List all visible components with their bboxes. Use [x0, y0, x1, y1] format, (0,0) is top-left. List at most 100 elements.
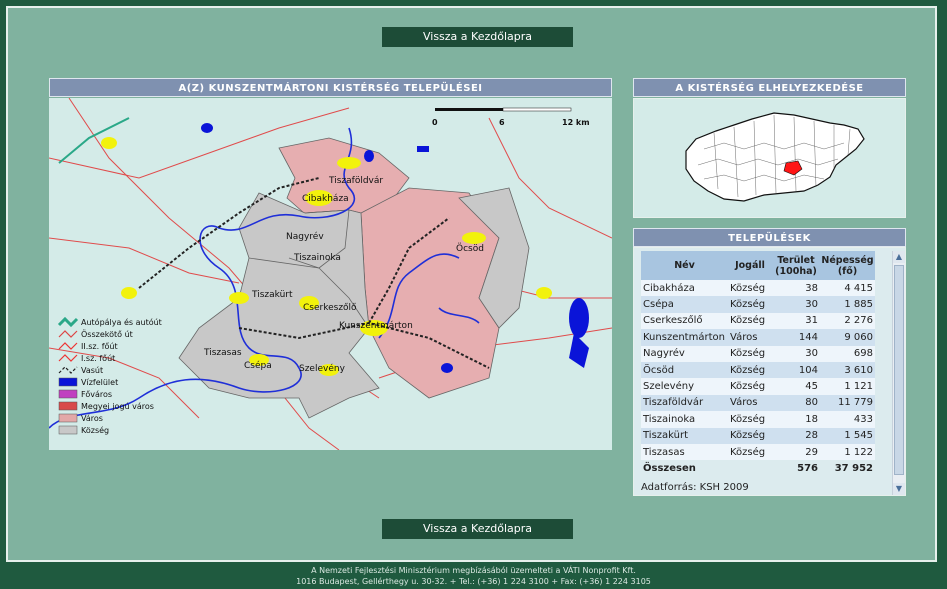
legend-label: Vasút [81, 366, 103, 375]
table-row: Kunszentmárton Város 144 9 060 [641, 329, 875, 346]
highway-icon [57, 316, 79, 328]
cell-name: Öcsöd [641, 361, 728, 379]
cell-status: Község [728, 411, 772, 428]
cell-population: 1 121 [820, 378, 875, 395]
map-label: Tiszainoka [293, 253, 341, 263]
table-row: Cibakháza Község 38 4 415 [641, 280, 875, 297]
cell-status: Város [728, 329, 772, 346]
legend-label: Vízfelület [81, 378, 118, 387]
cell-area: 28 [772, 427, 820, 444]
cell-name: Tiszasas [641, 443, 728, 461]
table-scrollbar[interactable]: ▲ ▼ [892, 251, 905, 495]
connecting-road-icon [58, 330, 78, 338]
cell-population: 433 [820, 411, 875, 428]
map-scale-bar [435, 107, 572, 112]
column-header-area[interactable]: Terület (100ha) [772, 251, 820, 280]
home-button-top[interactable]: Vissza a Kezdőlapra [382, 27, 573, 47]
cell-area: 18 [772, 411, 820, 428]
settlements-panel: Név Jogáll Terület (100ha) Népesség (fő) C… [633, 247, 906, 496]
scale-labels: 0 6 12 km [432, 118, 590, 127]
cell-status: Község [728, 378, 772, 395]
column-header-population[interactable]: Népesség (fő) [820, 251, 875, 280]
legend-label: Főváros [81, 390, 112, 399]
settlements-panel-title: TELEPÜLÉSEK [633, 228, 906, 247]
column-header-status[interactable]: Jogáll [728, 251, 772, 280]
settlements-table: Név Jogáll Terület (100ha) Népesség (fő) C… [641, 251, 875, 477]
map-legend: Autópálya és autóút Összekötő út II.sz. fő… [57, 316, 162, 435]
legend-label: II.sz. főút [81, 342, 118, 351]
cell-area: 144 [772, 329, 820, 346]
cell-status: Város [728, 394, 772, 412]
table-row: Csépa Község 30 1 885 [641, 296, 875, 313]
cell-population: 4 415 [820, 280, 875, 297]
map-label: Csépa [244, 360, 272, 371]
town-icon [58, 413, 78, 423]
map-label: Tiszaföldvár [328, 176, 383, 186]
table-row: Tiszakürt Község 28 1 545 [641, 427, 875, 444]
legend-label: Község [81, 425, 109, 435]
cell-name: Kunszentmárton [641, 329, 728, 346]
cell-name: Tiszaföldvár [641, 394, 728, 412]
cell-name: Cserkeszőlő [641, 312, 728, 330]
column-header-name[interactable]: Név [641, 251, 728, 280]
cell-status: Község [728, 427, 772, 444]
county-city-icon [58, 401, 78, 411]
cell-population: 1 122 [820, 443, 875, 461]
map-label: Szelevény [299, 363, 346, 374]
total-area: 576 [797, 463, 818, 475]
table-row: Tiszasas Község 29 1 122 [641, 443, 875, 461]
subregion-map: Tiszaföldvár Cibakháza Nagyrév Tiszainoka Ti… [49, 98, 612, 450]
table-row: Tiszainoka Község 18 433 [641, 411, 875, 428]
map-panel-title: A(Z) KUNSZENTMÁRTONI KISTÉRSÉG TELEPÜLÉS… [49, 78, 612, 97]
scale-label: 6 [499, 118, 505, 127]
map-label: Tiszakürt [251, 290, 293, 300]
cell-population: 9 060 [820, 329, 875, 346]
data-source-note: Adatforrás: KSH 2009 [641, 482, 749, 493]
legend-label: Város [81, 414, 103, 423]
map-label: Cserkeszőlő [303, 303, 357, 313]
table-row: Cserkeszőlő Község 31 2 276 [641, 312, 875, 330]
cell-name: Csépa [641, 296, 728, 313]
cell-name: Cibakháza [641, 280, 728, 297]
total-population: 37 952 [834, 463, 873, 475]
legend-label: Megyei jogú város [81, 402, 154, 411]
cell-area: 45 [772, 378, 820, 395]
cell-population: 3 610 [820, 361, 875, 379]
cell-population: 698 [820, 345, 875, 362]
location-map [633, 98, 906, 218]
water-icon [58, 377, 78, 387]
cell-status: Község [728, 345, 772, 362]
cell-name: Szelevény [641, 378, 728, 395]
cell-name: Nagyrév [641, 345, 728, 362]
footer-line-2: 1016 Budapest, Gellérthegy u. 30-32. + T… [296, 577, 651, 586]
cell-area: 30 [772, 296, 820, 313]
map-label: Tiszasas [203, 348, 242, 358]
home-button-bottom[interactable]: Vissza a Kezdőlapra [382, 519, 573, 539]
village-icon [58, 425, 78, 435]
highway-layer [58, 117, 130, 164]
scroll-up-icon[interactable]: ▲ [893, 251, 905, 263]
table-row: Szelevény Község 45 1 121 [641, 378, 875, 395]
scroll-down-icon[interactable]: ▼ [893, 483, 905, 495]
cell-population: 1 885 [820, 296, 875, 313]
footer-line-1: A Nemzeti Fejlesztési Minisztérium megbí… [311, 566, 636, 575]
kunszentmarton-area [360, 187, 500, 399]
legend-label: Összekötő út [81, 329, 133, 339]
scale-label: 0 [432, 118, 438, 127]
scroll-thumb[interactable] [894, 265, 904, 475]
cell-name: Tiszainoka [641, 411, 728, 428]
secondary-road-icon [58, 342, 78, 350]
cell-status: Község [728, 312, 772, 330]
table-row: Öcsöd Község 104 3 610 [641, 361, 875, 379]
scale-label: 12 km [562, 118, 590, 127]
table-row: Tiszaföldvár Város 80 11 779 [641, 394, 875, 412]
legend-label: Autópálya és autóút [81, 317, 162, 327]
map-label: Cibakháza [302, 194, 349, 204]
cell-status: Község [728, 280, 772, 297]
cell-status: Község [728, 361, 772, 379]
cell-area: 31 [772, 312, 820, 330]
cell-status: Község [728, 296, 772, 313]
capital-icon [58, 389, 78, 399]
total-label: Összesen [643, 463, 696, 475]
map-label: Öcsöd [456, 243, 484, 254]
